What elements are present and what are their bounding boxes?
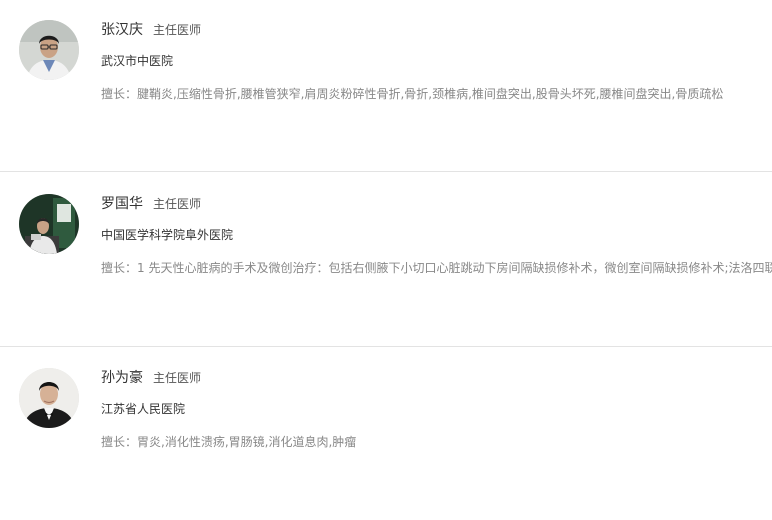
- divider: [0, 346, 772, 347]
- doctor-title: 主任医师: [153, 197, 202, 211]
- doctor-photo-icon: [19, 20, 79, 80]
- doctor-title: 主任医师: [153, 23, 202, 37]
- doctor-name[interactable]: 罗国华: [101, 196, 143, 212]
- doctor-specialty: 擅长：腱鞘炎,压缩性骨折,腰椎管狭窄,肩周炎粉碎性骨折,骨折,颈椎病,椎间盘突出…: [101, 87, 724, 101]
- hospital-name: 江苏省人民医院: [101, 402, 186, 416]
- doctor-card[interactable]: 罗国华 主任医师 中国医学科学院阜外医院 擅长：1 先天性心脏病的手术及微创治疗：…: [0, 174, 772, 346]
- name-row: 孙为豪 主任医师: [101, 366, 772, 388]
- doctor-avatar[interactable]: [19, 20, 79, 80]
- doctor-name[interactable]: 张汉庆: [101, 22, 143, 38]
- doctor-list: 张汉庆 主任医师 武汉市中医院 擅长：腱鞘炎,压缩性骨折,腰椎管狭窄,肩周炎粉碎性…: [0, 0, 772, 494]
- doctor-card[interactable]: 张汉庆 主任医师 武汉市中医院 擅长：腱鞘炎,压缩性骨折,腰椎管狭窄,肩周炎粉碎性…: [0, 0, 772, 172]
- doctor-photo-icon: [19, 368, 79, 428]
- doctor-specialty: 擅长：1 先天性心脏病的手术及微创治疗：包括右侧腋下小切口心脏跳动下房间隔缺损修…: [101, 261, 772, 275]
- doctor-info: 孙为豪 主任医师 江苏省人民医院 擅长：胃炎,消化性溃疡,胃肠镜,消化道息肉,肿瘤: [101, 366, 772, 451]
- doctor-info: 罗国华 主任医师 中国医学科学院阜外医院 擅长：1 先天性心脏病的手术及微创治疗：…: [101, 192, 772, 277]
- divider: [0, 171, 772, 172]
- name-row: 罗国华 主任医师: [101, 192, 772, 214]
- hospital-name: 中国医学科学院阜外医院: [101, 228, 234, 242]
- doctor-card[interactable]: 孙为豪 主任医师 江苏省人民医院 擅长：胃炎,消化性溃疡,胃肠镜,消化道息肉,肿瘤: [0, 348, 772, 520]
- doctor-photo-icon: [19, 194, 79, 254]
- doctor-avatar[interactable]: [19, 194, 79, 254]
- doctor-info: 张汉庆 主任医师 武汉市中医院 擅长：腱鞘炎,压缩性骨折,腰椎管狭窄,肩周炎粉碎性…: [101, 18, 772, 103]
- hospital-name: 武汉市中医院: [101, 54, 174, 68]
- doctor-specialty: 擅长：胃炎,消化性溃疡,胃肠镜,消化道息肉,肿瘤: [101, 435, 357, 449]
- name-row: 张汉庆 主任医师: [101, 18, 772, 40]
- doctor-name[interactable]: 孙为豪: [101, 370, 143, 386]
- doctor-avatar[interactable]: [19, 368, 79, 428]
- doctor-title: 主任医师: [153, 371, 202, 385]
